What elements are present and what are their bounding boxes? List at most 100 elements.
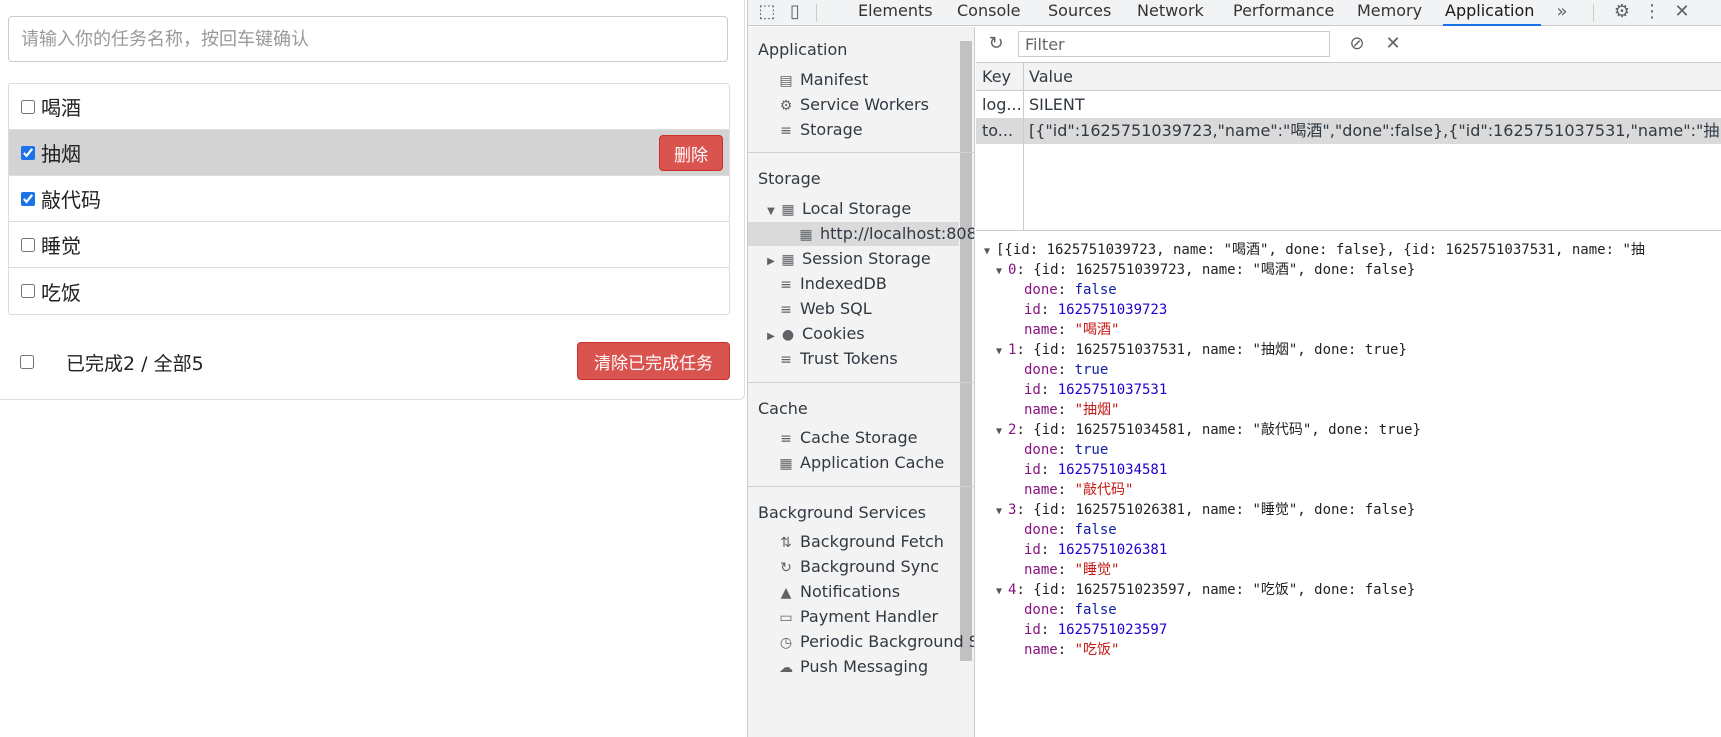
sidebar-item-local-storage[interactable]: ▼ ▦ Local Storage (764, 197, 911, 221)
property-line[interactable]: name: "喝酒" (1024, 320, 1119, 340)
property-line[interactable]: name: "吃饭" (1024, 640, 1119, 660)
object-entry[interactable]: ▼ 1: {id: 1625751037531, name: "抽烟", done… (996, 340, 1407, 360)
select-all-checkbox[interactable] (20, 355, 34, 369)
task-name-input[interactable] (8, 16, 728, 62)
property-key: done (1024, 602, 1058, 618)
property-line[interactable]: id: 1625751034581 (1024, 460, 1167, 480)
delete-selected-icon[interactable]: ✕ (1382, 33, 1404, 55)
property-line[interactable]: id: 1625751037531 (1024, 380, 1167, 400)
task-checkbox[interactable] (21, 284, 35, 298)
settings-gear-icon[interactable]: ⚙ (1611, 1, 1633, 23)
sidebar-item-service-workers[interactable]: ⚙ Service Workers (776, 93, 929, 117)
expanded-arrow-icon[interactable]: ▼ (996, 262, 1008, 282)
task-checkbox[interactable] (21, 237, 35, 252)
sidebar-scroll-thumb[interactable] (960, 41, 972, 661)
sidebar-item-session-storage[interactable]: ▶ ▦ Session Storage (764, 247, 931, 271)
sidebar-item-cache-storage[interactable]: ≡ Cache Storage (776, 426, 917, 450)
expanded-arrow-icon[interactable]: ▼ (996, 422, 1008, 442)
column-divider[interactable] (1023, 63, 1024, 231)
sidebar-item-periodic-background-sync[interactable]: ◷ Periodic Background Sy (776, 630, 974, 654)
column-header-value[interactable]: Value (1029, 64, 1073, 90)
expanded-arrow-icon[interactable]: ▼ (984, 242, 996, 262)
property-value: true (1074, 442, 1109, 458)
refresh-icon[interactable]: ↻ (985, 33, 1007, 55)
table-row[interactable]: log... SILENT (976, 92, 1721, 118)
sidebar-item-payment-handler[interactable]: ▭ Payment Handler (776, 605, 938, 629)
table-grid-icon: ▦ (781, 202, 795, 218)
property-line[interactable]: name: "抽烟" (1024, 400, 1119, 420)
sidebar-item-label: Push Messaging (800, 657, 929, 676)
column-header-key[interactable]: Key (982, 64, 1011, 90)
sidebar-item-indexeddb[interactable]: ≡ IndexedDB (776, 272, 887, 296)
sidebar-item-cookies[interactable]: ▶ ● Cookies (764, 322, 865, 346)
table-grid-icon: ▦ (799, 227, 813, 243)
task-item[interactable]: 敲代码 (9, 176, 729, 222)
close-devtools-icon[interactable]: ✕ (1671, 1, 1693, 23)
sidebar-item-local-origin[interactable]: ▦ http://localhost:8080 (748, 222, 974, 246)
preview-summary-line[interactable]: ▼ [{id: 1625751039723, name: "喝酒", done: … (984, 240, 1645, 260)
sidebar-item-websql[interactable]: ≡ Web SQL (776, 297, 872, 321)
bell-icon: ▲ (780, 585, 792, 601)
expanded-arrow-icon[interactable]: ▼ (996, 582, 1008, 602)
inspect-element-icon[interactable]: ⬚ (756, 1, 778, 23)
sidebar-item-label: Background Fetch (800, 532, 944, 551)
task-item[interactable]: 睡觉 (9, 222, 729, 268)
toolbar-divider (816, 4, 817, 22)
collapsed-arrow-icon[interactable]: ▶ (764, 250, 778, 274)
sidebar-scrollbar[interactable] (958, 35, 972, 685)
delete-button[interactable]: 删除 (659, 135, 723, 171)
collapsed-arrow-icon[interactable]: ▶ (764, 325, 778, 349)
more-options-icon[interactable]: ⋮ (1641, 1, 1663, 23)
property-line[interactable]: id: 1625751026381 (1024, 540, 1167, 560)
property-line[interactable]: done: false (1024, 280, 1117, 300)
clear-all-icon[interactable]: ⊘ (1346, 33, 1368, 55)
property-line[interactable]: name: "睡觉" (1024, 560, 1119, 580)
object-entry[interactable]: ▼ 3: {id: 1625751026381, name: "睡觉", done… (996, 500, 1415, 520)
object-entry[interactable]: ▼ 4: {id: 1625751023597, name: "吃饭", done… (996, 580, 1415, 600)
task-name: 喝酒 (41, 96, 81, 120)
object-entry[interactable]: ▼ 0: {id: 1625751039723, name: "喝酒", done… (996, 260, 1415, 280)
property-line[interactable]: done: true (1024, 360, 1108, 380)
tab-elements[interactable]: Elements (856, 0, 935, 26)
sidebar-item-trust-tokens[interactable]: ≡ Trust Tokens (776, 347, 898, 371)
device-toolbar-icon[interactable]: ▯ (784, 1, 806, 23)
table-bottom-border (976, 230, 1721, 231)
task-item[interactable]: 吃饭 (9, 268, 729, 314)
property-line[interactable]: done: false (1024, 600, 1117, 620)
sidebar-item-application-cache[interactable]: ▦ Application Cache (776, 451, 944, 475)
tab-sources[interactable]: Sources (1046, 0, 1113, 26)
expanded-arrow-icon[interactable]: ▼ (996, 342, 1008, 362)
sidebar-item-storage[interactable]: ≡ Storage (776, 118, 862, 142)
task-item[interactable]: 喝酒 (9, 84, 729, 130)
tab-console[interactable]: Console (955, 0, 1023, 26)
task-checkbox[interactable] (21, 99, 35, 114)
tab-memory[interactable]: Memory (1355, 0, 1424, 26)
expanded-arrow-icon[interactable]: ▼ (996, 502, 1008, 522)
sidebar-item-label: Application Cache (800, 453, 945, 472)
tab-application[interactable]: Application (1443, 0, 1541, 26)
expanded-arrow-icon[interactable]: ▼ (764, 200, 778, 224)
filter-input[interactable] (1018, 31, 1330, 57)
tab-performance[interactable]: Performance (1231, 0, 1336, 26)
sidebar-item-push-messaging[interactable]: ☁ Push Messaging (776, 655, 928, 679)
property-line[interactable]: id: 1625751039723 (1024, 300, 1167, 320)
property-line[interactable]: id: 1625751023597 (1024, 620, 1167, 640)
sidebar-header-storage: Storage (758, 169, 821, 188)
sidebar-item-notifications[interactable]: ▲ Notifications (776, 580, 901, 604)
sidebar-item-background-sync[interactable]: ↻ Background Sync (776, 555, 939, 579)
property-line[interactable]: name: "敲代码" (1024, 480, 1133, 500)
property-line[interactable]: done: false (1024, 520, 1117, 540)
tab-network[interactable]: Network (1135, 0, 1206, 26)
object-preview: {id: 1625751023597, name: "吃饭", done: fa… (1033, 582, 1416, 598)
property-line[interactable]: done: true (1024, 440, 1108, 460)
more-tabs-icon[interactable]: » (1551, 1, 1573, 23)
task-item[interactable]: 抽烟 删除 (9, 130, 729, 176)
colon: : (1016, 422, 1034, 438)
object-entry[interactable]: ▼ 2: {id: 1625751034581, name: "敲代码", don… (996, 420, 1421, 440)
sidebar-item-background-fetch[interactable]: ⇅ Background Fetch (776, 530, 944, 554)
task-checkbox[interactable] (21, 145, 35, 160)
table-row[interactable]: to... [{"id":1625751039723,"name":"喝酒","… (976, 118, 1721, 144)
clear-completed-button[interactable]: 清除已完成任务 (577, 342, 730, 380)
task-checkbox[interactable] (21, 191, 35, 206)
sidebar-item-manifest[interactable]: ▤ Manifest (776, 68, 868, 92)
